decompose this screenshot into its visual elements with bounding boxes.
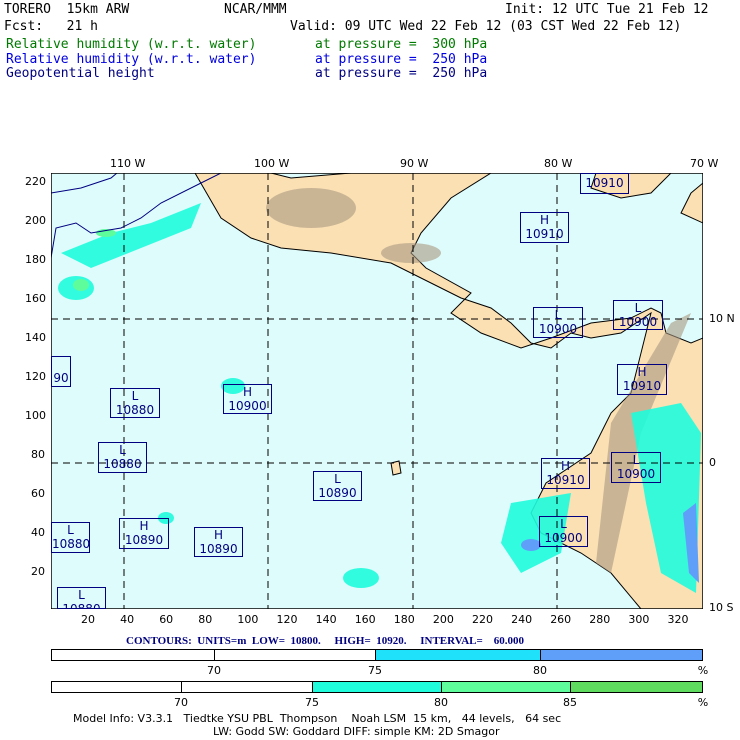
y-tick: 220 bbox=[25, 175, 46, 188]
low-center: L 10900 bbox=[539, 516, 588, 547]
colorbar-segment bbox=[182, 682, 313, 692]
low-center: L 10880 bbox=[98, 442, 147, 473]
y-tick: 200 bbox=[25, 214, 46, 227]
colorbar-segment bbox=[52, 650, 215, 660]
x-tick: 20 bbox=[81, 613, 95, 626]
y-tick: 100 bbox=[25, 409, 46, 422]
x-tick: 280 bbox=[589, 613, 611, 626]
field-2-name: Relative humidity (w.r.t. water) bbox=[6, 52, 257, 67]
high-center: H 10910 bbox=[617, 364, 667, 395]
model-title: TORERO 15km ARW bbox=[4, 2, 130, 17]
colorbar-label: 80 bbox=[533, 664, 547, 677]
field-3-level: at pressure = 250 hPa bbox=[315, 66, 488, 81]
y-tick: 40 bbox=[31, 526, 45, 539]
colorbar-segment bbox=[52, 682, 182, 692]
x-tick: 80 bbox=[198, 613, 213, 626]
x-tick: 40 bbox=[120, 613, 135, 626]
y-tick: 120 bbox=[25, 370, 46, 383]
model-physics: LW: Godd SW: Goddard DIFF: simple KM: 2D… bbox=[213, 725, 500, 738]
y-tick: 80 bbox=[31, 448, 45, 461]
valid-time: Valid: 09 UTC Wed 22 Feb 12 (03 CST Wed … bbox=[290, 19, 682, 34]
x-tick: 60 bbox=[159, 613, 174, 626]
init-time: Init: 12 UTC Tue 21 Feb 12 bbox=[505, 2, 709, 17]
x-tick: 300 bbox=[628, 613, 650, 626]
weather-map-page: TORERO 15km ARW NCAR/MMM Init: 12 UTC Tu… bbox=[0, 0, 740, 740]
lon-label: 90 W bbox=[400, 157, 429, 170]
x-tick: 100 bbox=[237, 613, 259, 626]
y-tick: 140 bbox=[25, 331, 46, 344]
field-1-name: Relative humidity (w.r.t. water) bbox=[6, 37, 257, 52]
high-center: 10910 bbox=[580, 173, 629, 194]
x-tick: 240 bbox=[511, 613, 533, 626]
y-tick: 60 bbox=[31, 487, 45, 500]
x-tick: 140 bbox=[315, 613, 337, 626]
high-center: H 10890 bbox=[119, 518, 169, 549]
low-center: L 10880 bbox=[51, 522, 91, 553]
x-tick: 120 bbox=[276, 613, 298, 626]
lat-label: 0 bbox=[709, 456, 716, 469]
colorbar-label: 85 bbox=[563, 696, 577, 709]
colorbar-label: 75 bbox=[305, 696, 319, 709]
lat-label: 10 N bbox=[709, 312, 735, 325]
low-center: L 10900 bbox=[533, 307, 583, 338]
low-center: L 10890 bbox=[313, 471, 362, 501]
colorbar-rh-250 bbox=[51, 649, 703, 661]
colorbar-label: % bbox=[697, 664, 709, 677]
high-center: H 10900 bbox=[223, 384, 272, 414]
center-label: 90 bbox=[51, 356, 71, 387]
high-center: H 10890 bbox=[194, 527, 243, 557]
y-tick: 180 bbox=[25, 253, 46, 266]
forecast-hour: Fcst: 21 h bbox=[4, 19, 98, 34]
x-tick: 260 bbox=[550, 613, 572, 626]
colorbar-label: 75 bbox=[368, 664, 382, 677]
low-center: L 10900 bbox=[611, 452, 661, 483]
x-tick: 220 bbox=[472, 613, 493, 626]
colorbar-label: 80 bbox=[434, 696, 448, 709]
lon-label: 80 W bbox=[544, 157, 573, 170]
y-tick: 160 bbox=[25, 292, 46, 305]
low-center: L 10880 bbox=[57, 587, 106, 609]
x-tick: 200 bbox=[432, 613, 454, 626]
field-3-name: Geopotential height bbox=[6, 66, 155, 81]
colorbar-segment bbox=[442, 682, 571, 692]
colorbar-segment bbox=[376, 650, 541, 660]
x-tick: 320 bbox=[667, 613, 689, 626]
colorbar-label: 70 bbox=[207, 664, 221, 677]
y-tick: 20 bbox=[31, 565, 45, 578]
x-tick: 160 bbox=[354, 613, 376, 626]
colorbar-segment bbox=[571, 682, 702, 692]
lon-label: 70 W bbox=[690, 157, 719, 170]
high-center: H 10910 bbox=[541, 458, 590, 489]
low-center: L 10880 bbox=[110, 388, 160, 418]
colorbar-segment bbox=[215, 650, 376, 660]
colorbar-label: % bbox=[697, 696, 709, 709]
field-1-level: at pressure = 300 hPa bbox=[315, 37, 488, 52]
field-2-level: at pressure = 250 hPa bbox=[315, 52, 488, 67]
lat-label: 10 S bbox=[709, 601, 734, 614]
lon-label: 100 W bbox=[254, 157, 290, 170]
colorbar-segment bbox=[541, 650, 702, 660]
org-label: NCAR/MMM bbox=[224, 2, 287, 17]
high-center: H 10910 bbox=[520, 212, 569, 243]
colorbar-rh-300 bbox=[51, 681, 703, 693]
contour-info: CONTOURS: UNITS=m LOW= 10800. HIGH= 1092… bbox=[126, 635, 525, 647]
low-center: L 10900 bbox=[613, 300, 663, 330]
x-tick: 180 bbox=[393, 613, 415, 626]
colorbar-label: 70 bbox=[174, 696, 188, 709]
lon-label: 110 W bbox=[110, 157, 146, 170]
colorbar-segment bbox=[313, 682, 442, 692]
